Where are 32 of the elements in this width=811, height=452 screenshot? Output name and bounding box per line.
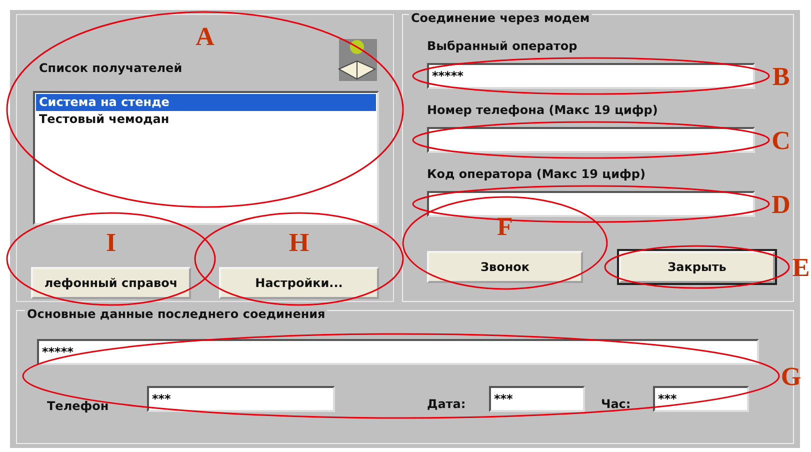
- button[interactable]: Настройки...: [219, 267, 379, 299]
- list-item[interactable]: Система на стенде: [36, 94, 376, 111]
- button[interactable]: Звонок: [427, 251, 583, 283]
- field-label: Номер телефона (Макс 19 цифр): [427, 103, 659, 117]
- input-field[interactable]: [427, 127, 755, 153]
- annotation-letter: C: [772, 126, 790, 155]
- field-label: Час:: [601, 396, 632, 411]
- button[interactable]: лефонный справоч: [31, 267, 191, 299]
- field-label: Код оператора (Макс 19 цифр): [427, 167, 646, 181]
- list-label: Список получателей: [38, 61, 184, 75]
- button[interactable]: Закрыть: [619, 251, 775, 283]
- input-field[interactable]: ***: [653, 386, 749, 412]
- annotation-letter: A: [196, 22, 214, 51]
- group-title: Соединение через модем: [409, 11, 592, 25]
- field-label: Дата:: [427, 396, 467, 411]
- input-field[interactable]: ***: [489, 386, 585, 412]
- field-label: Телефон: [46, 398, 110, 413]
- field-label: Выбранный оператор: [427, 39, 578, 53]
- annotation-letter: B: [772, 62, 790, 91]
- annotation-letter: D: [772, 190, 790, 219]
- input-field[interactable]: [427, 191, 755, 217]
- annotation-letter: G: [780, 362, 802, 391]
- list-item[interactable]: Тестовый чемодан: [36, 111, 376, 128]
- input-field[interactable]: *****: [427, 63, 755, 89]
- input-field[interactable]: ***: [147, 386, 335, 412]
- annotation-letter: E: [792, 253, 810, 282]
- annotation-letter: I: [106, 228, 116, 257]
- annotation-letter: F: [497, 212, 513, 241]
- group-title: Основные данные последнего соединения: [25, 307, 328, 321]
- input-field[interactable]: *****: [37, 339, 759, 365]
- recipient-list[interactable]: Система на стенде Тестовый чемодан: [33, 91, 379, 225]
- annotation-letter: H: [288, 228, 310, 257]
